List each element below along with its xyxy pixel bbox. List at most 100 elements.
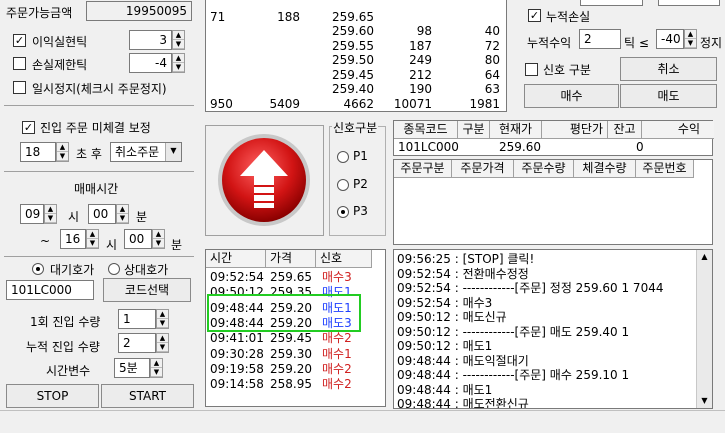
orderbook-row: 259.45 212 64 — [206, 68, 506, 83]
col-header-price[interactable]: 가격 — [266, 250, 316, 268]
scroll-down-icon[interactable]: ▼ — [697, 394, 712, 408]
end-hour-spinner[interactable]: ▲ ▼ — [86, 229, 99, 249]
stop-threshold-label: 정지 — [700, 36, 723, 50]
col-header-avg[interactable]: 평단가 — [542, 121, 608, 139]
position-table[interactable]: 종목코드 구분 현재가 평단가 잔고 수익 101LC000 259.60 0 — [393, 120, 714, 156]
signal-type-group: 신호구분 P1 P2 P3 — [329, 119, 386, 236]
col-header-profit[interactable]: 수익 — [642, 121, 714, 139]
event-log[interactable]: 09:56:25 : [STOP] 클릭! 09:52:54 : 전환매수정정 09… — [393, 249, 713, 409]
orderbook-cell: 259.60 — [332, 24, 374, 38]
code-input[interactable]: 101LC000 — [6, 280, 94, 300]
signal-time: 09:41:01 — [210, 331, 264, 346]
tilde-label: ~ — [40, 234, 51, 248]
stop-button[interactable]: STOP — [6, 384, 99, 408]
orderbook-cell: 187 — [409, 38, 432, 53]
col-header-order-no[interactable]: 주문번호 — [636, 160, 694, 178]
profit-take-spinner[interactable]: ▲ ▼ — [172, 30, 185, 50]
signal-time: 09:30:28 — [210, 346, 264, 361]
orderbook-row — [206, 0, 506, 10]
profit-take-checkbox[interactable]: ✓ — [13, 34, 26, 47]
orderbook-row: 259.55 187 72 — [206, 39, 506, 54]
cancel-button[interactable]: 취소 — [620, 57, 717, 81]
signal-row[interactable]: 09:30:28 259.30 매수1 — [206, 347, 385, 362]
top-field — [658, 0, 720, 6]
trade-time-title: 매매시간 — [74, 182, 119, 196]
start-hour-input[interactable]: 09 — [20, 204, 44, 224]
col-header-order-qty[interactable]: 주문수량 — [514, 160, 574, 178]
signal-row[interactable]: 09:19:58 259.20 매수2 — [206, 362, 385, 377]
unfilled-correction-checkbox[interactable]: ✓ — [22, 121, 35, 134]
pause-checkbox[interactable] — [13, 81, 26, 94]
log-scrollbar[interactable]: ▲ ▼ — [696, 250, 712, 408]
col-header-current[interactable]: 현재가 — [490, 121, 542, 139]
signal-row[interactable]: 09:14:58 258.95 매수2 — [206, 377, 385, 392]
cum-profit-label: 누적수익 — [527, 36, 572, 50]
cum-qty-input[interactable]: 2 — [118, 333, 156, 353]
p2-label: P2 — [353, 177, 368, 191]
col-header-order-type[interactable]: 주문구분 — [394, 160, 452, 178]
chevron-down-icon[interactable]: ▼ — [165, 143, 181, 161]
signal-row[interactable]: 09:52:54 259.65 매수3 — [206, 270, 385, 285]
col-header-filled-qty[interactable]: 체결수량 — [574, 160, 636, 178]
loss-cut-checkbox[interactable] — [13, 57, 26, 70]
p3-radio[interactable] — [337, 206, 349, 218]
col-header-time[interactable]: 시간 — [206, 250, 266, 268]
pause-label: 일시정지(체크시 주문정지) — [32, 82, 167, 96]
end-min-input[interactable]: 00 — [124, 229, 152, 249]
hour-label: 시 — [68, 210, 80, 224]
log-line: 09:48:44 : 매도1 — [397, 382, 493, 397]
divider — [4, 105, 194, 106]
time-var-spinner[interactable]: ▲ ▼ — [150, 358, 163, 378]
waiting-quote-radio[interactable] — [32, 263, 44, 275]
divider — [4, 171, 194, 172]
loss-cut-input[interactable]: -4 — [129, 53, 172, 73]
cum-qty-spinner[interactable]: ▲ ▼ — [156, 333, 169, 353]
signal-type-checkbox[interactable] — [525, 63, 538, 76]
col-header-type[interactable]: 구분 — [458, 121, 490, 139]
p1-radio[interactable] — [337, 151, 349, 163]
orderbook-cell: 4662 — [343, 96, 374, 111]
orderbook-row: 259.40 190 63 — [206, 82, 506, 97]
col-header-order-price[interactable]: 주문가격 — [452, 160, 514, 178]
tick-spinner[interactable]: ▲ ▼ — [684, 29, 697, 49]
log-line: 09:52:54 : 전환매수정정 — [397, 266, 529, 281]
up-arrow-icon — [218, 134, 310, 226]
entry-qty-spinner[interactable]: ▲ ▼ — [156, 309, 169, 329]
time-var-input[interactable]: 5분 — [114, 358, 150, 378]
end-min-spinner[interactable]: ▲ ▼ — [152, 229, 165, 249]
signal-row[interactable]: 09:41:01 259.45 매수2 — [206, 331, 385, 346]
position-code: 101LC000 — [398, 140, 459, 154]
opposite-quote-radio[interactable] — [108, 263, 120, 275]
col-header-signal[interactable]: 신호 — [316, 250, 372, 268]
orderbook-cell: 1981 — [469, 96, 500, 111]
entry-qty-input[interactable]: 1 — [118, 309, 156, 329]
loss-cut-spinner[interactable]: ▲ ▼ — [172, 53, 185, 73]
signal-log-table[interactable]: 시간 가격 신호 09:52:54 259.65 매수3 09:50:12 259.35… — [205, 249, 386, 407]
cum-profit-input[interactable]: 2 — [579, 29, 621, 49]
tick-input[interactable]: -40 — [656, 29, 684, 49]
orders-table[interactable]: 주문구분 주문가격 주문수량 체결수량 주문번호 — [393, 159, 713, 245]
start-hour-spinner[interactable]: ▲ ▼ — [44, 204, 57, 224]
p2-radio[interactable] — [337, 179, 349, 191]
buy-button[interactable]: 매수 — [524, 84, 619, 108]
cum-qty-label: 누적 진입 수량 — [26, 340, 100, 354]
cum-loss-checkbox[interactable]: ✓ — [528, 9, 541, 22]
profit-take-input[interactable]: 3 — [129, 30, 172, 50]
orderbook-cell: 259.65 — [332, 9, 374, 24]
signal-price: 259.20 — [270, 361, 312, 376]
scroll-up-icon[interactable]: ▲ — [697, 250, 712, 264]
unfilled-seconds-input[interactable]: 18 — [20, 142, 56, 162]
code-select-button[interactable]: 코드선택 — [103, 278, 191, 302]
col-header-balance[interactable]: 잔고 — [608, 121, 642, 139]
sell-button[interactable]: 매도 — [620, 84, 717, 108]
start-min-spinner[interactable]: ▲ ▼ — [116, 204, 129, 224]
entry-qty-label: 1회 진입 수량 — [30, 315, 101, 329]
start-button[interactable]: START — [101, 384, 194, 408]
end-hour-input[interactable]: 16 — [60, 229, 86, 249]
orderbook-table[interactable]: 71 188 259.65 259.60 98 40 259.55 187 72 259.50 24… — [205, 0, 507, 112]
col-header-code[interactable]: 종목코드 — [394, 121, 458, 139]
p3-label: P3 — [353, 204, 368, 218]
start-min-input[interactable]: 00 — [88, 204, 116, 224]
unfilled-seconds-spinner[interactable]: ▲ ▼ — [56, 142, 69, 162]
orderbook-cell: 63 — [484, 82, 500, 96]
